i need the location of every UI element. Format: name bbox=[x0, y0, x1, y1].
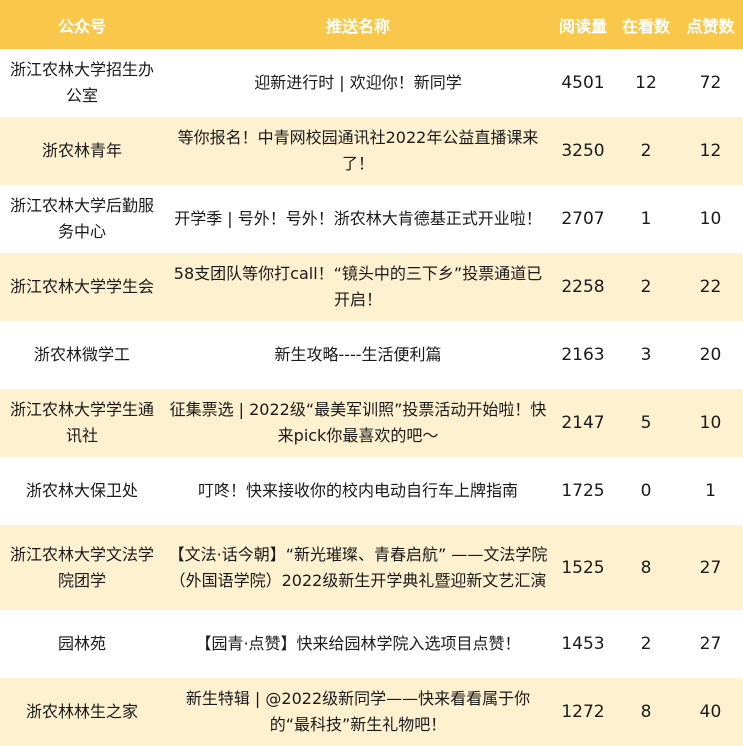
header-title: 推送名称 bbox=[325, 16, 390, 36]
cell-watching: 8 bbox=[640, 702, 652, 722]
cell-watching: 2 bbox=[640, 277, 652, 297]
header-reads: 阅读量 bbox=[558, 16, 607, 36]
cell-likes: 1 bbox=[705, 481, 716, 501]
table-row: 浙江农林大学文法学院团学 【文法·话今朝】“新光璀璨、青春启航” ——文法学院（… bbox=[0, 525, 743, 610]
cell-likes: 12 bbox=[699, 141, 722, 161]
cell-reads: 1453 bbox=[561, 634, 605, 654]
cell-likes: 22 bbox=[699, 277, 722, 297]
cell-account: 浙江农林大学文法学院团学 bbox=[9, 544, 154, 590]
cell-reads: 1725 bbox=[561, 481, 605, 501]
cell-reads: 3250 bbox=[561, 141, 605, 161]
cell-watching: 1 bbox=[640, 209, 652, 229]
cell-title: 【园青·点赞】快来给园林学院入选项目点赞！ bbox=[195, 634, 521, 653]
cell-account: 浙江农林大学学生通讯社 bbox=[9, 400, 154, 445]
cell-likes: 27 bbox=[699, 557, 722, 578]
cell-watching: 0 bbox=[640, 481, 652, 501]
cell-title: 开学季 | 号外！号外！浙农林大肯德基正式开业啦！ bbox=[174, 209, 542, 228]
cell-account: 园林苑 bbox=[57, 634, 106, 653]
table-row: 浙江农林大学学生通讯社 征集票选 | 2022级“最美军训照”投票活动开始啦！快… bbox=[0, 389, 743, 457]
cell-account: 浙农林青年 bbox=[41, 141, 122, 160]
table-row: 浙江农林大学学生会 58支团队等你打call！“镜头中的三下乡”投票通道已开启！… bbox=[0, 253, 743, 321]
header-account: 公众号 bbox=[57, 16, 106, 36]
table-row: 浙农林大保卫处 叮咚！快来接收你的校内电动自行车上牌指南 1725 0 1 bbox=[0, 457, 743, 525]
cell-likes: 10 bbox=[699, 209, 722, 229]
cell-title: 征集票选 | 2022级“最美军训照”投票活动开始啦！快来pick你最喜欢的吧～ bbox=[169, 400, 547, 445]
header-watching: 在看数 bbox=[621, 16, 670, 36]
cell-reads: 2707 bbox=[561, 209, 605, 229]
table-row: 浙江农林大学招生办公室 迎新进行时 | 欢迎你！新同学 4501 12 72 bbox=[0, 49, 743, 117]
cell-account: 浙江农林大学后勤服务中心 bbox=[9, 196, 154, 241]
table-body: 浙江农林大学招生办公室 迎新进行时 | 欢迎你！新同学 4501 12 72 浙… bbox=[0, 49, 743, 746]
cell-account: 浙农林微学工 bbox=[33, 345, 130, 364]
cell-watching: 12 bbox=[635, 73, 657, 93]
cell-title: 迎新进行时 | 欢迎你！新同学 bbox=[254, 73, 462, 92]
table-row: 浙农林林生之家 新生特辑 | @2022级新同学——快来看看属于你的“最科技”新… bbox=[0, 678, 743, 746]
cell-account: 浙农林林生之家 bbox=[25, 702, 138, 721]
header-row: 公众号 推送名称 阅读量 在看数 点赞数 bbox=[0, 0, 743, 49]
cell-watching: 2 bbox=[640, 634, 652, 654]
header-likes: 点赞数 bbox=[686, 16, 735, 36]
wechat-stats-table: 公众号 推送名称 阅读量 在看数 点赞数 浙江农林大学招生办公室 迎新进行时 |… bbox=[0, 0, 743, 746]
cell-reads: 2258 bbox=[561, 277, 605, 297]
cell-watching: 8 bbox=[640, 557, 652, 578]
table-header: 公众号 推送名称 阅读量 在看数 点赞数 bbox=[0, 0, 743, 49]
cell-watching: 3 bbox=[640, 345, 652, 365]
table-row: 浙江农林大学后勤服务中心 开学季 | 号外！号外！浙农林大肯德基正式开业啦！ 2… bbox=[0, 185, 743, 253]
table-row: 浙农林微学工 新生攻略----生活便利篇 2163 3 20 bbox=[0, 321, 743, 389]
cell-reads: 2147 bbox=[561, 413, 605, 433]
cell-watching: 2 bbox=[640, 141, 652, 161]
cell-likes: 27 bbox=[699, 634, 722, 654]
cell-likes: 20 bbox=[699, 345, 722, 365]
cell-title: 58支团队等你打call！“镜头中的三下乡”投票通道已开启！ bbox=[173, 264, 543, 309]
cell-account: 浙江农林大学招生办公室 bbox=[9, 60, 154, 105]
cell-reads: 4501 bbox=[561, 73, 605, 93]
cell-reads: 2163 bbox=[561, 345, 605, 365]
cell-title: 叮咚！快来接收你的校内电动自行车上牌指南 bbox=[197, 481, 518, 500]
cell-likes: 40 bbox=[699, 702, 722, 722]
cell-title: 新生特辑 | @2022级新同学——快来看看属于你的“最科技”新生礼物吧！ bbox=[185, 689, 531, 734]
cell-watching: 5 bbox=[640, 413, 652, 433]
cell-account: 浙江农林大学学生会 bbox=[9, 277, 154, 296]
cell-title: 等你报名！中青网校园通讯社2022年公益直播课来了！ bbox=[177, 128, 539, 173]
cell-reads: 1272 bbox=[561, 702, 605, 722]
table-row: 浙农林青年 等你报名！中青网校园通讯社2022年公益直播课来了！ 3250 2 … bbox=[0, 117, 743, 185]
cell-title: 新生攻略----生活便利篇 bbox=[274, 345, 442, 364]
table-row: 园林苑 【园青·点赞】快来给园林学院入选项目点赞！ 1453 2 27 bbox=[0, 610, 743, 678]
cell-likes: 72 bbox=[699, 73, 722, 93]
cell-reads: 1525 bbox=[561, 557, 605, 578]
cell-likes: 10 bbox=[699, 413, 722, 433]
cell-title: 【文法·话今朝】“新光璀璨、青春启航” ——文法学院（外国语学院）2022级新生… bbox=[168, 544, 548, 590]
cell-account: 浙农林大保卫处 bbox=[25, 481, 138, 500]
